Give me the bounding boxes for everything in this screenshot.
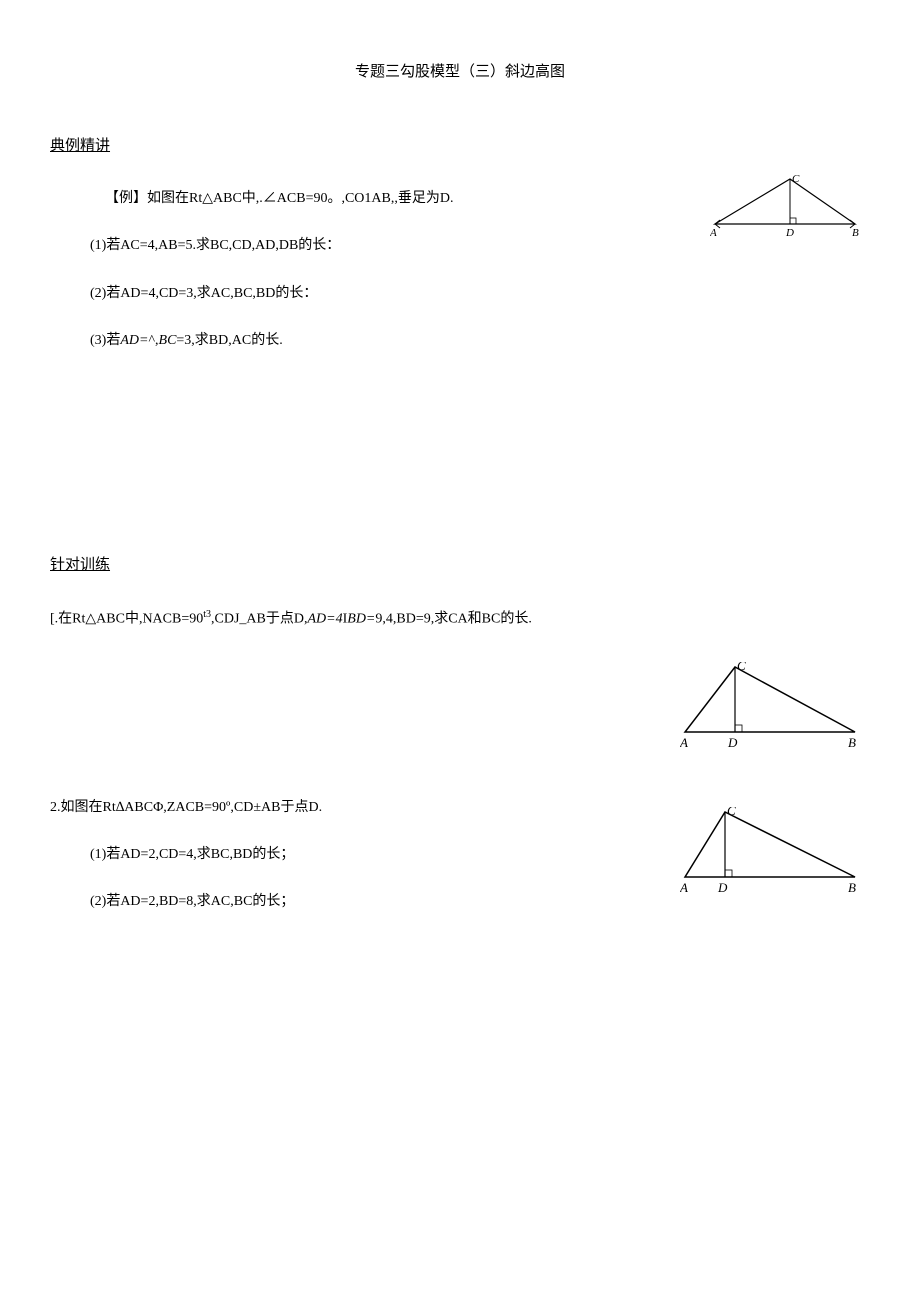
label-B: B [852, 227, 859, 239]
section-header-practice: 针对训练 [50, 553, 870, 577]
p1-sup: t3 [203, 609, 211, 620]
label-A: A [710, 227, 717, 239]
p1-var1: AD=4 [307, 611, 342, 626]
label-B: B [848, 735, 856, 750]
p1-mid2: 9,4,BD=9,求CA和BC的长. [375, 611, 531, 626]
label-C: C [792, 174, 800, 185]
triangle-diagram-3: A B C D [680, 807, 860, 897]
p1-text: [.在Rt△ABC中,NACB=90t3,CDJ_AB于点D,AD=4IBD=9… [50, 607, 870, 631]
p1-prefix: [.在Rt△ABC中,NACB=90 [50, 611, 203, 626]
q3-var1: AD= [120, 333, 148, 348]
q3-mid2: =3,求BD,AC的长. [176, 333, 282, 348]
q3-var2: BC [159, 333, 177, 348]
section-header-examples: 典例精讲 [50, 134, 870, 158]
label-C: C [737, 662, 746, 673]
figure-3: A B C D [680, 807, 860, 892]
label-D: D [785, 227, 794, 239]
page-title: 专题三勾股模型（三）斜边高图 [50, 60, 870, 84]
q3-mid1: ^, [148, 333, 158, 348]
practice-problem-1: [.在Rt△ABC中,NACB=90t3,CDJ_AB于点D,AD=4IBD=9… [50, 607, 870, 777]
label-D: D [717, 880, 728, 895]
practice-problem-2: 2.如图在Rt∆ABCΦ,ZACB=90º,CD±AB于点D. (1)若AD=2… [50, 797, 870, 967]
figure-1: A B C D [710, 174, 860, 234]
label-A: A [680, 735, 688, 750]
triangle-diagram-2: A B C D [680, 662, 860, 752]
label-A: A [680, 880, 688, 895]
q3-prefix: (3)若 [90, 333, 120, 348]
figure-2: A B C D [680, 662, 860, 747]
example-q3: (3)若AD=^,BC=3,求BD,AC的长. [90, 330, 870, 352]
label-C: C [727, 807, 736, 818]
p1-var2: BD= [347, 611, 375, 626]
section-examples: 典例精讲 【例】如图在Rt△ABC中,.∠ACB=90。,CO1AB,,垂足为D… [50, 134, 870, 353]
triangle-diagram-1: A B C D [710, 174, 860, 239]
label-D: D [727, 735, 738, 750]
label-B: B [848, 880, 856, 895]
p1-mid1: ,CDJ_AB于点D, [211, 611, 307, 626]
example-q2: (2)若AD=4,CD=3,求AC,BC,BD的长： [90, 283, 870, 305]
section-practice: 针对训练 [.在Rt△ABC中,NACB=90t3,CDJ_AB于点D,AD=4… [50, 553, 870, 967]
